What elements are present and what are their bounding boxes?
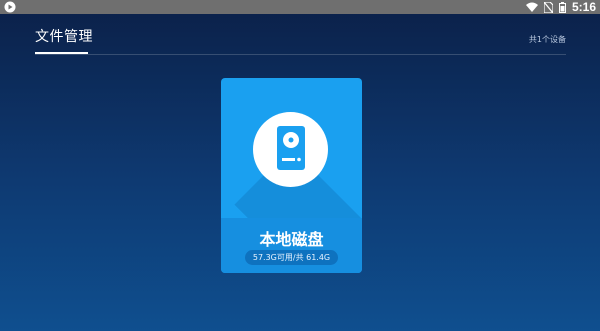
wifi-icon: [525, 2, 538, 12]
app-play-icon: [4, 1, 16, 13]
device-name: 本地磁盘: [259, 230, 324, 249]
storage-usage-badge: 57.3G可用/共 61.4G: [245, 250, 338, 265]
device-count: 共1个设备: [528, 35, 566, 44]
status-time: 5:16: [571, 0, 596, 14]
tab-file-manager[interactable]: 文件管理: [35, 26, 93, 46]
status-right: 5:16: [525, 0, 596, 14]
no-sim-icon: [543, 1, 553, 13]
status-bar: 5:16: [0, 0, 600, 14]
header-divider: [35, 54, 566, 55]
hard-disk-icon: [277, 126, 305, 170]
device-card-local-disk[interactable]: 本地磁盘 57.3G可用/共 61.4G: [221, 78, 362, 273]
battery-icon: [558, 1, 566, 13]
